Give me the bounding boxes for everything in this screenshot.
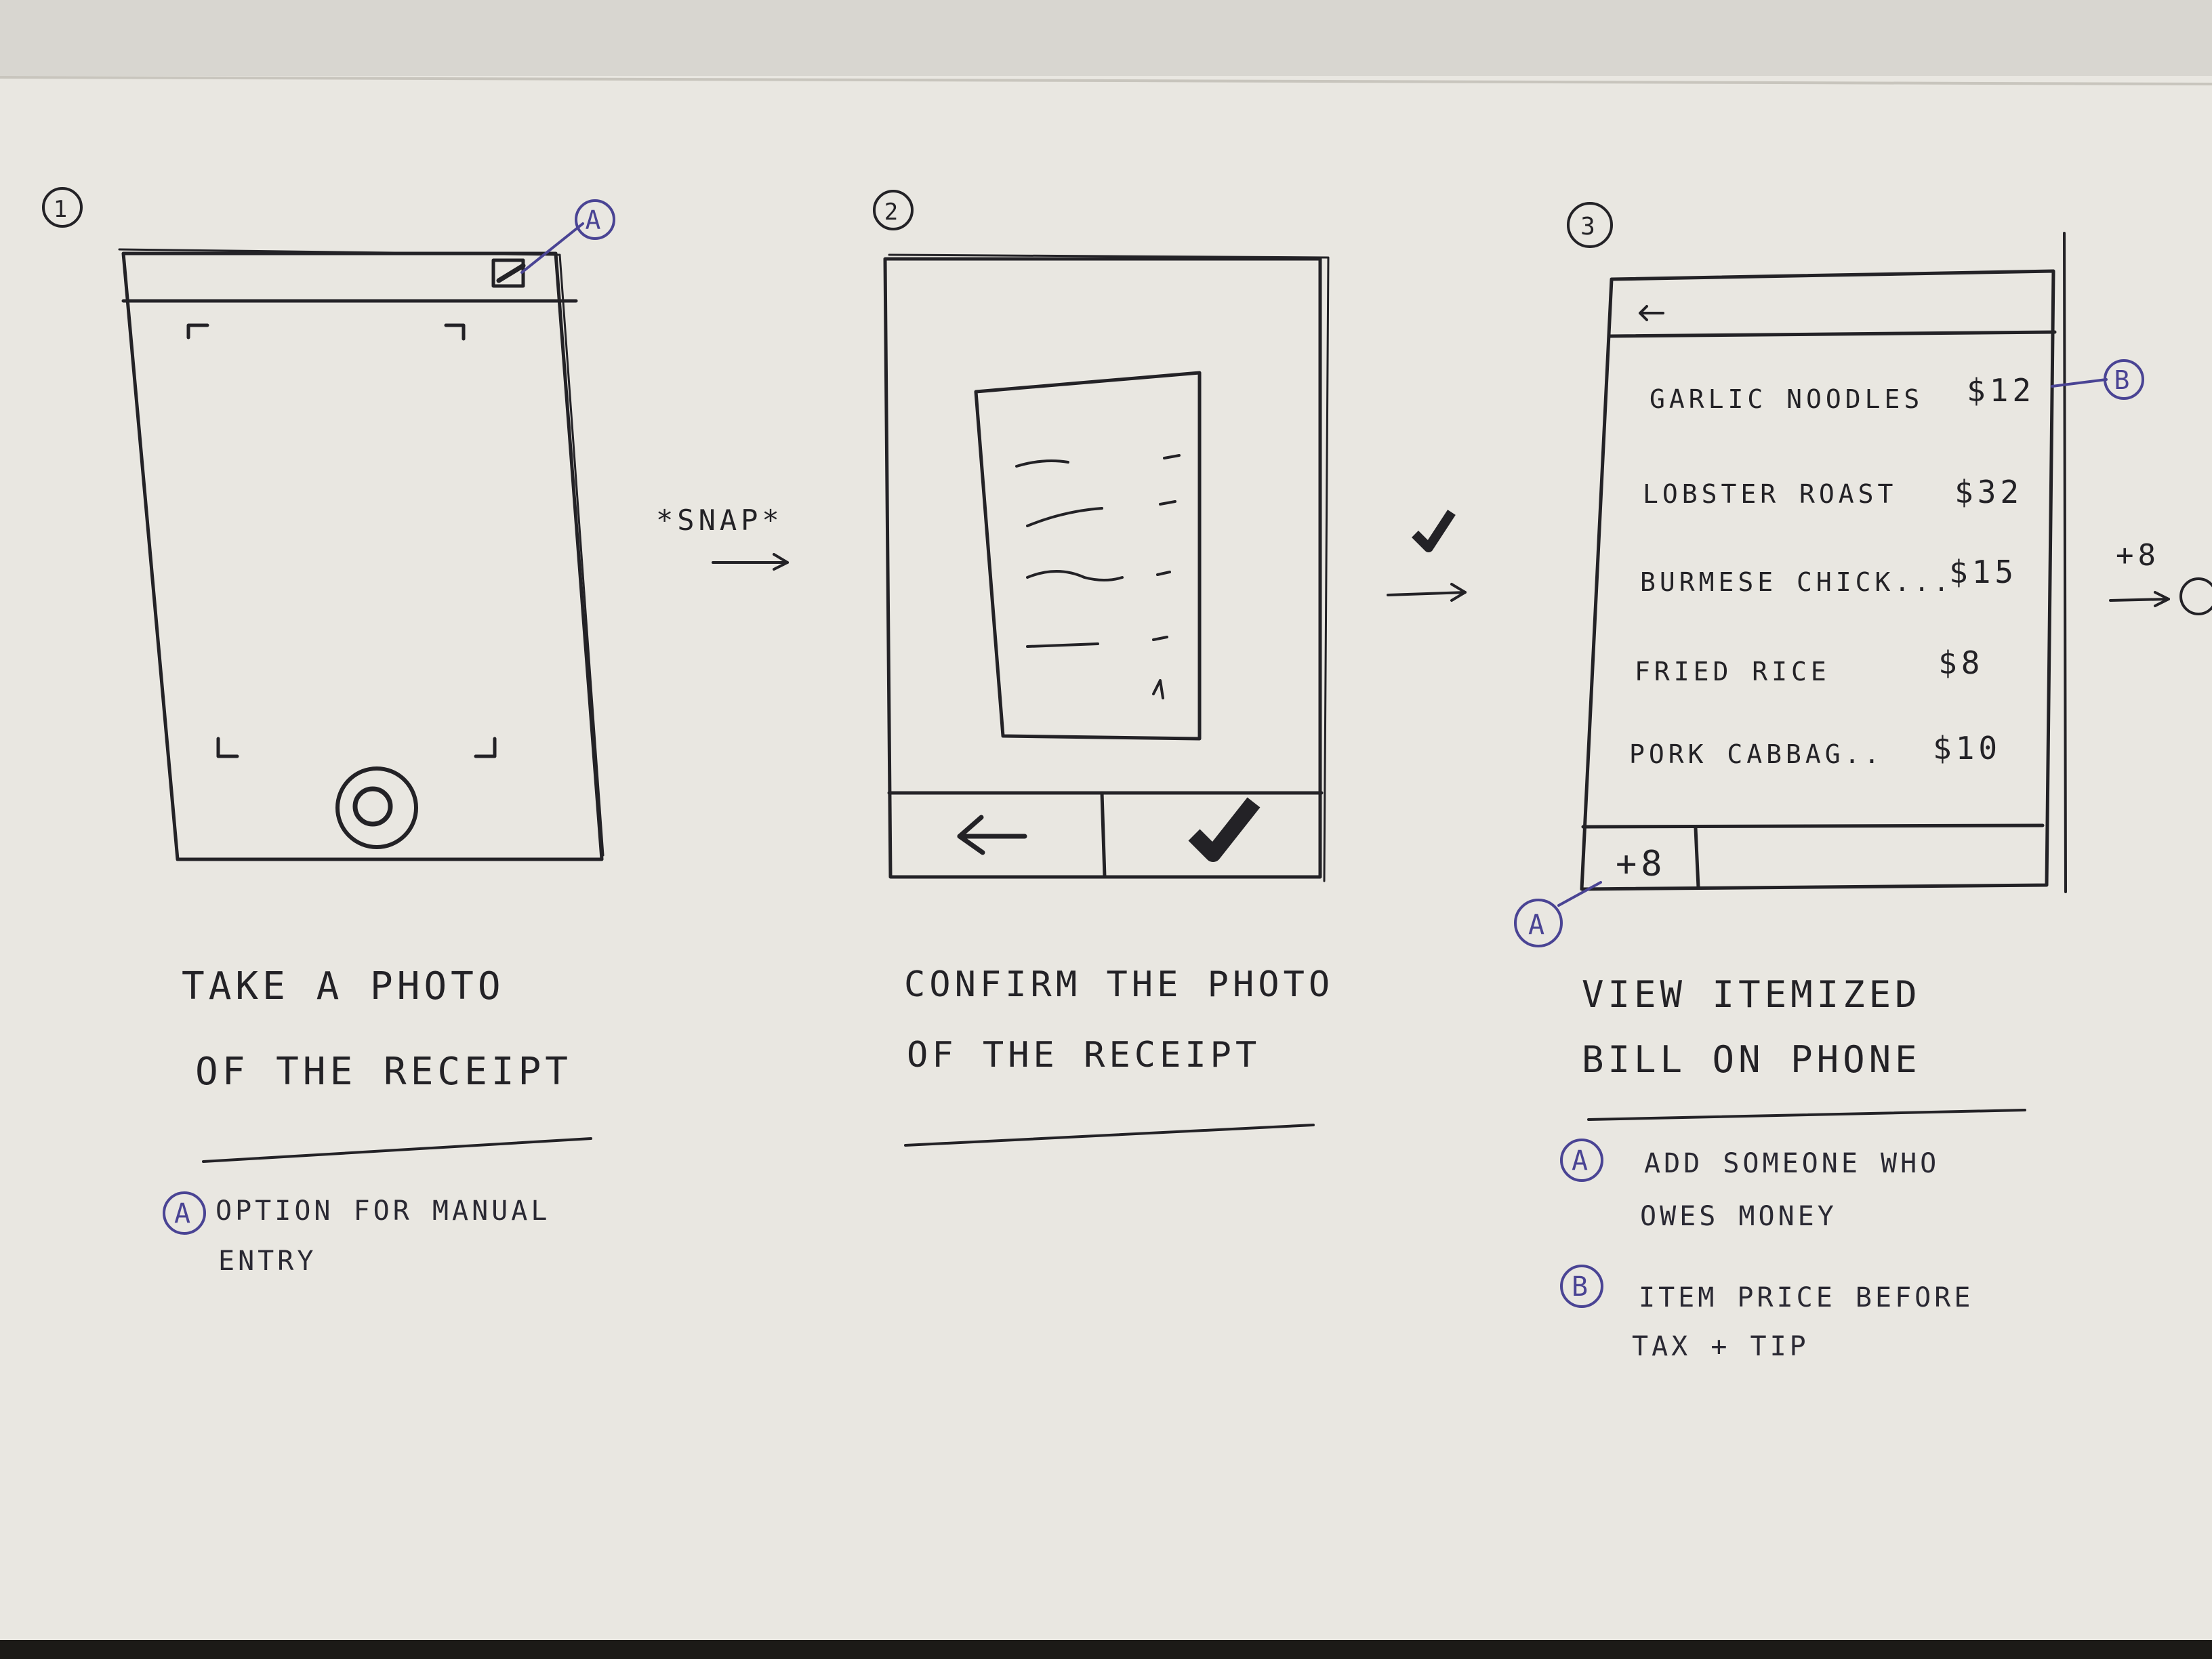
- step-2-number: 2: [884, 199, 902, 226]
- add-person-label: +8: [1616, 844, 1666, 884]
- transition-label: ✓: [1431, 542, 1436, 544]
- step-1-caption-line-1: TAKE A PHOTO: [182, 964, 505, 1008]
- step-3-caption-line-1: VIEW ITEMIZED: [1582, 973, 1921, 1016]
- note-marker: A: [174, 1198, 194, 1229]
- confirm-button[interactable]: [1106, 796, 1319, 876]
- step-3-caption-line-2: BILL ON PHONE: [1582, 1038, 1921, 1081]
- transition-label: *SNAP*: [656, 504, 783, 537]
- item-name: PORK CABBAG..: [1629, 739, 1883, 769]
- step-3-number: 3: [1580, 213, 1599, 241]
- item-price: $10: [1933, 730, 2001, 766]
- add-person-button[interactable]: +8: [1586, 830, 1693, 886]
- item-name: GARLIC NOODLES: [1650, 384, 1923, 414]
- callout-marker: B: [2114, 365, 2134, 395]
- note-text-line-2: OWES MONEY: [1640, 1201, 1837, 1232]
- note-text-line-2: ENTRY: [218, 1246, 316, 1277]
- item-price: $32: [1954, 474, 2023, 510]
- callout-marker: A: [1528, 909, 1549, 941]
- item-name: FRIED RICE: [1635, 657, 1830, 687]
- note-text-line-1: ADD SOMEONE WHO: [1644, 1148, 1940, 1179]
- note-text-line-1: ITEM PRICE BEFORE: [1639, 1282, 1973, 1313]
- transition-label: +8: [2116, 538, 2160, 573]
- previous-page-edge: [0, 0, 2212, 76]
- note-text-line-1: OPTION FOR MANUAL: [216, 1195, 550, 1227]
- note-marker: B: [1572, 1271, 1592, 1303]
- item-name: BURMESE CHICK...: [1640, 567, 1953, 597]
- step-2-caption-line-1: CONFIRM THE PHOTO: [904, 964, 1334, 1005]
- sketch-sheet: 1 A TAKE A PHOTO OF THE RECEIPT A OPTION…: [0, 0, 2212, 1659]
- step-1-caption-line-2: OF THE RECEIPT: [195, 1050, 572, 1094]
- step-2-caption-line-2: OF THE RECEIPT: [907, 1035, 1261, 1076]
- step-1-number: 1: [54, 196, 71, 223]
- item-name: LOBSTER ROAST: [1643, 479, 1897, 509]
- back-button[interactable]: [892, 796, 1101, 876]
- note-marker: A: [1572, 1145, 1592, 1176]
- list-item[interactable]: LOBSTER ROAST $32: [1643, 474, 2023, 510]
- callout-marker: A: [586, 205, 605, 235]
- item-price: $8: [1938, 644, 1984, 681]
- item-price: $15: [1949, 554, 2018, 590]
- item-price: $12: [1967, 372, 2035, 409]
- note-text-line-2: TAX + TIP: [1632, 1331, 1809, 1362]
- desk-edge: [0, 1640, 2212, 1659]
